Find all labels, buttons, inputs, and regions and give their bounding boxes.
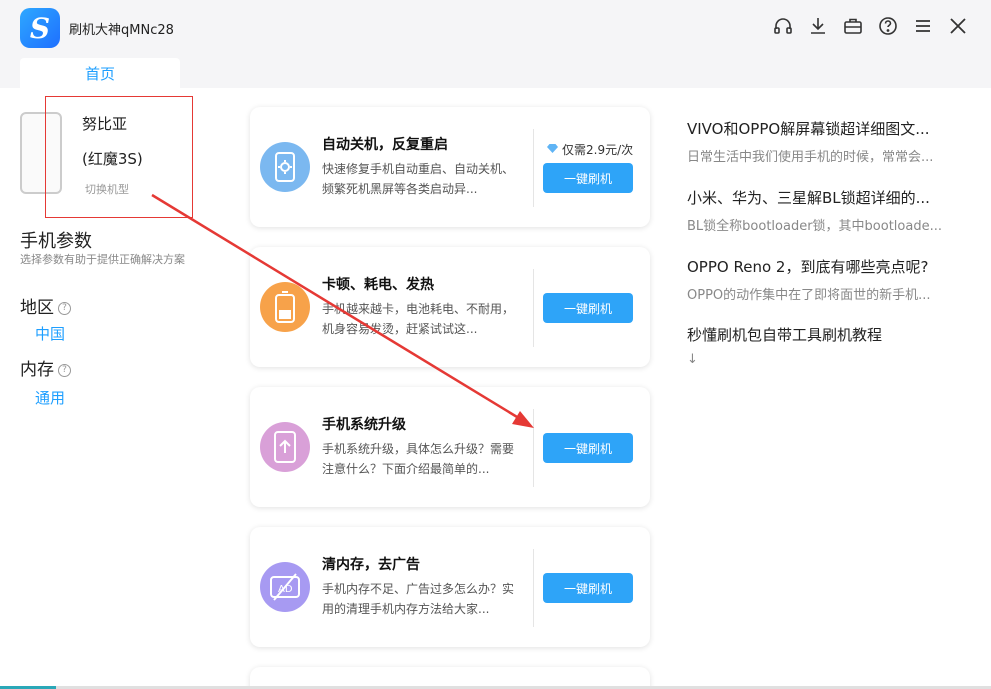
params-subtitle: 选择参数有助于提供正确解决方案 [20,253,185,266]
service-card[interactable]: 自动关机，反复重启 快速修复手机自动重启、自动关机、频繁死机黑屏等各类启动异..… [250,107,650,227]
card-divider [533,129,534,207]
one-click-flash-button[interactable]: 一键刷机 [543,293,633,323]
region-help-icon[interactable]: ? [58,301,71,315]
app-logo: S [20,8,60,48]
memory-help-icon[interactable]: ? [58,363,71,377]
menu-icon[interactable] [912,14,934,38]
card-divider [533,409,534,487]
one-click-flash-button[interactable]: 一键刷机 [543,573,633,603]
service-card[interactable]: AD 清内存，去广告 手机内存不足、广告过多怎么办？实用的清理手机内存方法给大家… [250,527,650,647]
svg-text:AD: AD [278,584,293,595]
main-content: 努比亚 (红魔3S) 切换机型 手机参数 选择参数有助于提供正确解决方案 地区?… [0,88,991,689]
help-icon[interactable] [877,14,899,38]
headset-icon[interactable] [772,14,794,38]
region-value[interactable]: 中国 [35,323,65,344]
article-item[interactable]: 秒懂刷机包自带工具刷机教程 ↓ [687,324,967,367]
ad-block-icon: AD [260,562,310,612]
price-label: 仅需2.9元/次 [546,141,633,158]
card-description: 手机内存不足、广告过多怎么办？实用的清理手机内存方法给大家... [322,582,515,616]
article-title[interactable]: 小米、华为、三星解BL锁超详细的... [687,187,967,208]
window-controls [772,14,969,38]
card-divider [533,549,534,627]
close-icon[interactable] [947,14,969,38]
power-cycle-icon [260,142,310,192]
card-description: 手机系统升级，具体怎么升级？需要注意什么？下面介绍最简单的... [322,442,515,476]
download-icon[interactable] [807,14,829,38]
card-title: 自动关机，反复重启 [322,137,448,153]
article-item[interactable]: OPPO Reno 2，到底有哪些亮点呢? OPPO的动作集中在了即将面世的新手… [687,256,967,303]
app-title: 刷机大神qMNc28 [69,23,174,38]
article-summary: BL锁全称bootloader锁，其中bootloade... [687,219,942,234]
memory-label: 内存? [20,355,71,380]
region-label: 地区? [20,293,71,318]
card-title: 手机系统升级 [322,417,406,433]
card-description: 快速修复手机自动重启、自动关机、频繁死机黑屏等各类启动异... [322,162,515,196]
toolbox-icon[interactable] [842,14,864,38]
diamond-icon [546,143,559,157]
card-title: 卡顿、耗电、发热 [322,277,434,293]
system-upgrade-icon [260,422,310,472]
title-bar: S 刷机大神qMNc28 首页 [0,0,991,88]
article-title[interactable]: VIVO和OPPO解屏幕锁超详细图文... [687,118,967,139]
article-summary: OPPO的动作集中在了即将面世的新手机... [687,288,931,303]
card-divider [533,269,534,347]
article-item[interactable]: VIVO和OPPO解屏幕锁超详细图文... 日常生活中我们使用手机的时候，常常会… [687,118,967,165]
params-title: 手机参数 [20,231,92,252]
article-title[interactable]: OPPO Reno 2，到底有哪些亮点呢? [687,256,967,277]
article-summary: 日常生活中我们使用手机的时候，常常会... [687,150,934,165]
card-description: 手机越来越卡，电池耗电、不耐用，机身容易发烫，赶紧试试这... [322,302,515,336]
one-click-flash-button[interactable]: 一键刷机 [543,163,633,193]
memory-value[interactable]: 通用 [35,387,65,408]
battery-icon [260,282,310,332]
tab-home[interactable]: 首页 [20,58,180,88]
annotation-highlight-box [45,96,193,218]
one-click-flash-button[interactable]: 一键刷机 [543,433,633,463]
article-title[interactable]: 秒懂刷机包自带工具刷机教程 [687,324,967,345]
service-card[interactable]: 手机系统升级 手机系统升级，具体怎么升级？需要注意什么？下面介绍最简单的... … [250,387,650,507]
article-summary: ↓ [687,352,698,367]
service-card[interactable]: 卡顿、耗电、发热 手机越来越卡，电池耗电、不耐用，机身容易发烫，赶紧试试这...… [250,247,650,367]
article-item[interactable]: 小米、华为、三星解BL锁超详细的... BL锁全称bootloader锁，其中b… [687,187,967,234]
card-title: 清内存，去广告 [322,557,420,573]
